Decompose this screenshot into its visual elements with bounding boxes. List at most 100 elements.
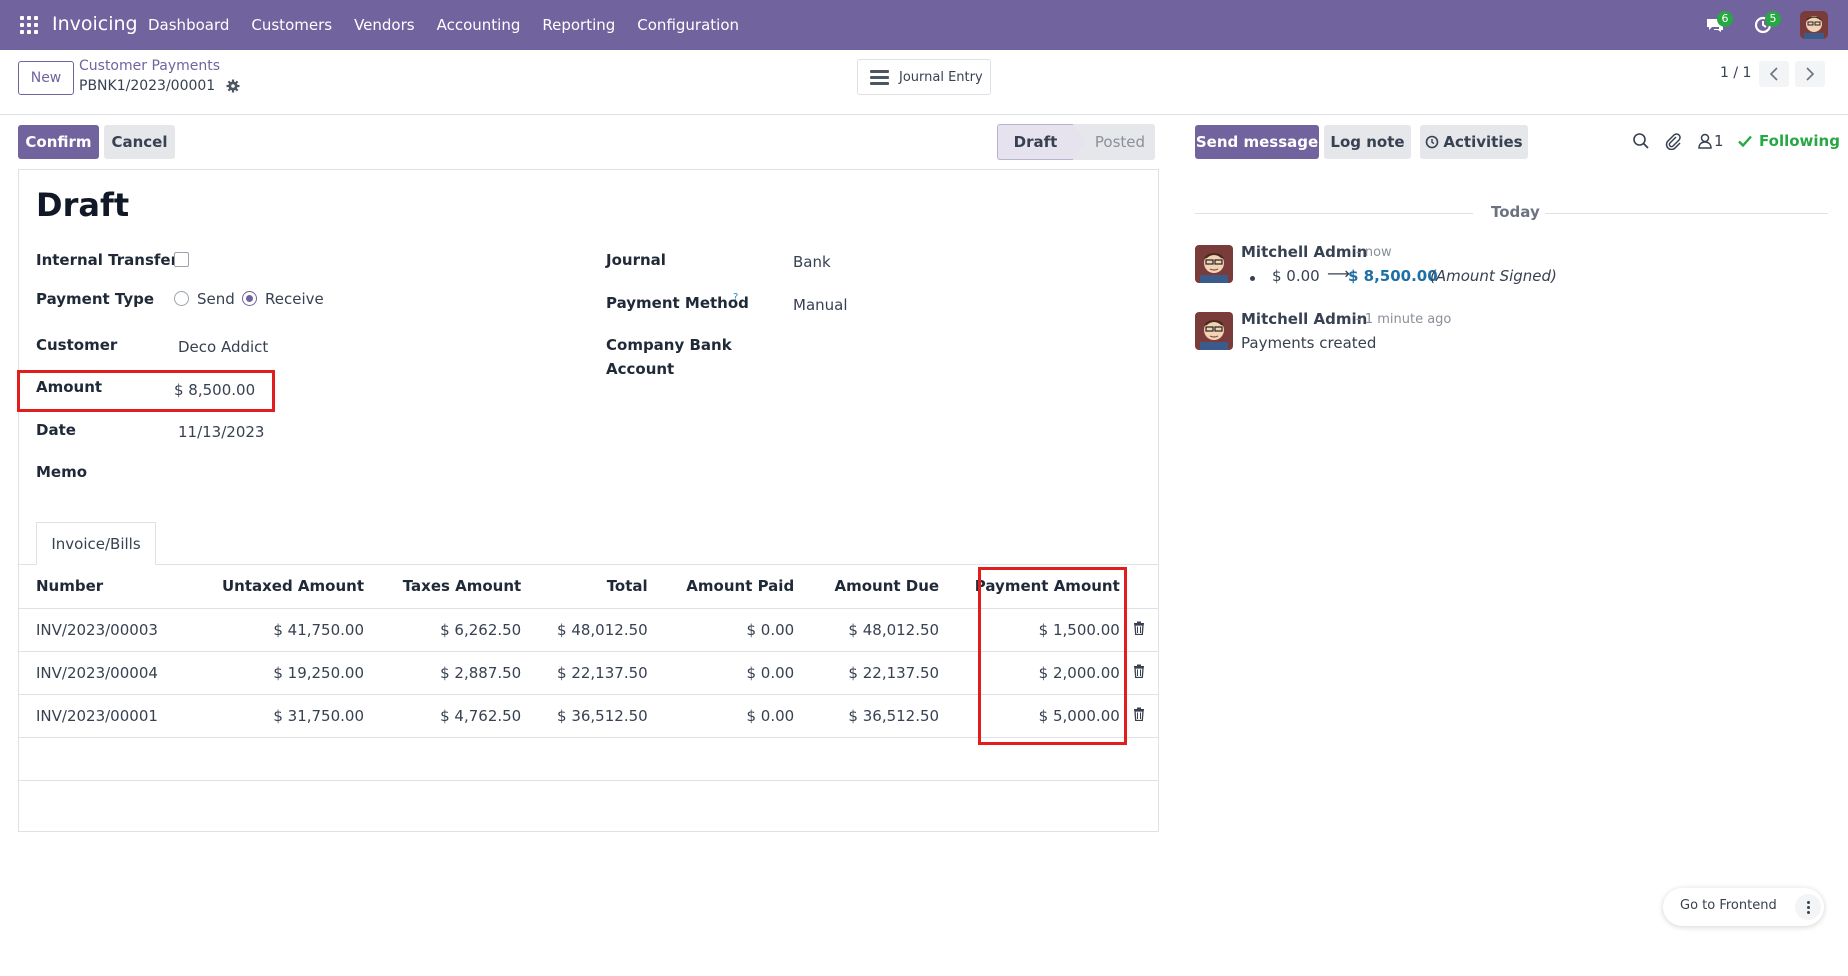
payment-method-label: Payment Method (606, 294, 749, 312)
payment-method-help-icon[interactable]: ? (733, 292, 738, 303)
tracking-field-name: (Amount Signed) (1430, 267, 1557, 285)
amount-field[interactable]: $ 8,500.00 (174, 381, 255, 399)
payment-method-field[interactable]: Manual (793, 296, 848, 314)
activities-badge: 5 (1765, 11, 1781, 27)
journal-label: Journal (606, 251, 666, 269)
internal-transfer-checkbox[interactable] (174, 252, 189, 267)
delete-icon[interactable] (1119, 651, 1159, 695)
log-note-button[interactable]: Log note (1324, 125, 1411, 159)
cell-total: $ 22,137.50 (521, 651, 648, 695)
stage-draft[interactable]: Draft (997, 124, 1073, 160)
menu-accounting[interactable]: Accounting (437, 16, 521, 34)
radio-receive-label[interactable]: Receive (265, 290, 324, 308)
new-button[interactable]: New (18, 61, 74, 95)
arrow-right-icon: ⟶ (1327, 264, 1350, 283)
cell-due: $ 22,137.50 (794, 651, 940, 695)
menu-reporting[interactable]: Reporting (542, 16, 615, 34)
cell-payment-amount[interactable]: $ 5,000.00 (939, 694, 1120, 738)
col-total[interactable]: Total (521, 565, 648, 609)
cell-due: $ 36,512.50 (794, 694, 940, 738)
main-menu: Dashboard Customers Vendors Accounting R… (148, 16, 761, 34)
cell-taxes: $ 4,762.50 (364, 694, 522, 738)
customer-label: Customer (36, 336, 118, 354)
paperclip-icon[interactable] (1664, 132, 1682, 151)
avatar[interactable] (1195, 312, 1233, 350)
cell-taxes: $ 6,262.50 (364, 608, 522, 652)
menu-configuration[interactable]: Configuration (637, 16, 739, 34)
cell-number: INV/2023/00004 (18, 651, 188, 695)
col-actions (1119, 565, 1159, 609)
breadcrumb-parent[interactable]: Customer Payments (79, 58, 220, 74)
check-icon (1737, 133, 1755, 151)
stage-arrow (1073, 124, 1085, 160)
control-panel: New Customer Payments PBNK1/2023/00001 J… (0, 50, 1848, 115)
message-author[interactable]: Mitchell Admin (1241, 243, 1367, 261)
date-field[interactable]: 11/13/2023 (178, 423, 264, 441)
followers-count[interactable]: 1 (1714, 132, 1724, 150)
col-taxes-amount[interactable]: Taxes Amount (364, 565, 522, 609)
cell-payment-amount[interactable]: $ 1,500.00 (939, 608, 1120, 652)
activities-button[interactable]: Activities (1420, 125, 1528, 159)
app-name[interactable]: Invoicing (52, 13, 138, 35)
payment-type-label: Payment Type (36, 290, 155, 308)
radio-send[interactable] (174, 291, 189, 306)
pager-value[interactable]: 1 / 1 (1720, 65, 1751, 81)
avatar[interactable] (1195, 245, 1233, 283)
today-label: Today (1491, 203, 1540, 221)
followers-icon[interactable] (1696, 132, 1714, 150)
menu-customers[interactable]: Customers (251, 16, 332, 34)
menu-vendors[interactable]: Vendors (354, 16, 415, 34)
send-message-button[interactable]: Send message (1195, 125, 1319, 159)
col-number[interactable]: Number (18, 565, 188, 609)
table-row[interactable]: INV/2023/00001 $ 31,750.00 $ 4,762.50 $ … (18, 694, 1159, 738)
internal-transfer-label: Internal Transfer (36, 251, 178, 269)
tracking-bullet (1250, 276, 1255, 281)
messages-badge: 6 (1717, 11, 1733, 27)
cell-number: INV/2023/00003 (18, 608, 188, 652)
amount-label: Amount (36, 378, 103, 396)
col-untaxed-amount[interactable]: Untaxed Amount (187, 565, 364, 609)
col-amount-due[interactable]: Amount Due (794, 565, 940, 609)
user-avatar[interactable] (1800, 11, 1828, 39)
list-icon (870, 69, 889, 85)
pager-previous-button[interactable] (1759, 61, 1789, 87)
message-time: - now (1356, 245, 1392, 260)
table-header-row: Number Untaxed Amount Taxes Amount Total… (18, 565, 1159, 609)
confirm-button[interactable]: Confirm (18, 125, 99, 159)
more-options-icon[interactable] (1795, 894, 1821, 920)
message-body: Payments created (1241, 334, 1377, 352)
tab-invoice-bills[interactable]: Invoice/Bills (36, 522, 156, 565)
journal-entry-button[interactable]: Journal Entry (857, 59, 991, 95)
delete-icon[interactable] (1119, 694, 1159, 738)
radio-send-label[interactable]: Send (197, 290, 235, 308)
radio-receive[interactable] (242, 291, 257, 306)
cell-total: $ 36,512.50 (521, 694, 648, 738)
cell-payment-amount[interactable]: $ 2,000.00 (939, 651, 1120, 695)
customer-field[interactable]: Deco Addict (178, 338, 268, 356)
col-amount-paid[interactable]: Amount Paid (647, 565, 795, 609)
delete-icon[interactable] (1119, 608, 1159, 652)
go-to-frontend-button[interactable]: Go to Frontend (1680, 898, 1777, 913)
following-button[interactable]: Following (1759, 132, 1840, 150)
cell-due: $ 48,012.50 (794, 608, 940, 652)
menu-dashboard[interactable]: Dashboard (148, 16, 229, 34)
pager-next-button[interactable] (1795, 61, 1825, 87)
message-author[interactable]: Mitchell Admin (1241, 310, 1367, 328)
cell-number: INV/2023/00001 (18, 694, 188, 738)
clock-icon (1426, 135, 1439, 149)
tracking-new-value: $ 8,500.00 (1348, 267, 1438, 285)
journal-entry-label: Journal Entry (899, 69, 983, 85)
journal-field[interactable]: Bank (793, 253, 831, 271)
apps-menu-icon[interactable] (20, 16, 38, 34)
cancel-button[interactable]: Cancel (104, 125, 175, 159)
cell-paid: $ 0.00 (647, 651, 795, 695)
activities-clock-icon[interactable]: 5 (1753, 11, 1781, 35)
search-icon[interactable] (1632, 132, 1650, 150)
company-bank-label-2: Account (606, 360, 675, 378)
table-row[interactable]: INV/2023/00004 $ 19,250.00 $ 2,887.50 $ … (18, 651, 1159, 695)
gear-icon[interactable] (226, 79, 240, 93)
messages-icon[interactable]: 6 (1705, 11, 1733, 35)
table-row[interactable]: INV/2023/00003 $ 41,750.00 $ 6,262.50 $ … (18, 608, 1159, 652)
col-payment-amount[interactable]: Payment Amount (939, 565, 1120, 609)
stage-posted[interactable]: Posted (1073, 124, 1155, 160)
